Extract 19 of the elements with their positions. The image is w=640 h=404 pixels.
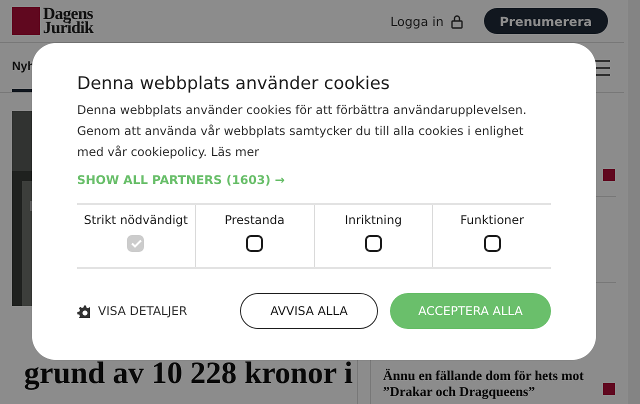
details-link[interactable]: VISA DETALJER bbox=[77, 304, 188, 318]
subscribe-button[interactable]: Prenumerera bbox=[484, 8, 608, 34]
lock-icon bbox=[450, 14, 464, 28]
category-label: Inriktning bbox=[344, 213, 402, 227]
checkbox[interactable] bbox=[246, 235, 264, 252]
logo-text[interactable]: Dagens Juridik bbox=[43, 7, 94, 35]
login-link[interactable]: Logga in bbox=[390, 14, 464, 28]
article-headline[interactable]: grund av 10 228 kronor i bbox=[24, 356, 357, 390]
dialog-text: Denna webbplats använder cookies för att förbättra användarupplevelsen. Genom att använda vår webbplats samtycker du till alla cookies i enlighet med vår cookiepolicy. Läs mer bbox=[77, 102, 528, 161]
category-label: Funktioner bbox=[460, 213, 524, 227]
details-label: VISA DETALJER bbox=[98, 304, 188, 318]
checkbox[interactable] bbox=[364, 235, 382, 252]
settings-icon bbox=[77, 304, 90, 318]
category-label: Strikt nödvändigt bbox=[84, 213, 188, 227]
checkbox[interactable] bbox=[484, 235, 501, 252]
news-title[interactable]: Ännu en fällande dom för hets mot ”Drakar och Dragqueens” bbox=[383, 368, 593, 400]
dialog-title: Denna webbplats använder cookies bbox=[77, 73, 391, 95]
category-label: Prestanda bbox=[224, 213, 285, 227]
reject-button[interactable]: AVVISA ALLA bbox=[240, 293, 378, 329]
